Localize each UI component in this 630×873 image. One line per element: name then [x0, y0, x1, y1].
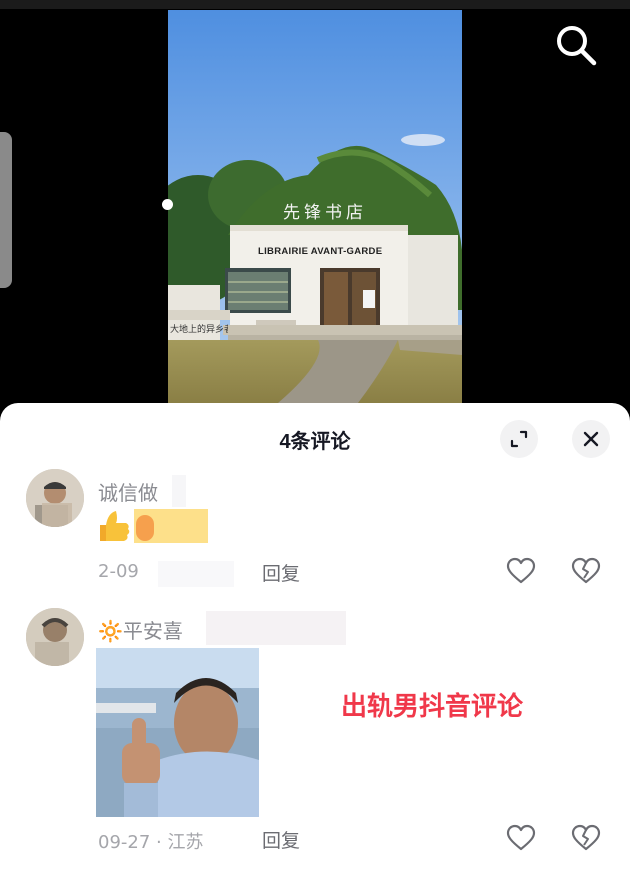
blurred-location-area: [158, 561, 234, 587]
broken-heart-icon: [571, 557, 601, 584]
comment-location: 江苏: [167, 832, 204, 853]
blurred-name-area: [172, 475, 186, 507]
close-icon: [583, 431, 599, 447]
store-english-sign: LIBRAIRIE AVANT-GARDE: [258, 246, 383, 257]
meta-separator: ·: [150, 832, 168, 853]
expand-icon: [510, 430, 528, 448]
store-chinese-sign: 先锋书店: [283, 203, 367, 223]
expand-button[interactable]: [500, 420, 538, 458]
search-icon: [557, 26, 597, 66]
reply-button[interactable]: 回复: [262, 559, 300, 586]
comment-image[interactable]: [96, 648, 259, 817]
dislike-button[interactable]: [570, 556, 602, 586]
rock-inscription: 大地上的异乡者: [170, 325, 228, 334]
avatar[interactable]: [26, 608, 84, 666]
like-button[interactable]: [505, 823, 537, 853]
broken-heart-icon: [571, 824, 601, 851]
man-thumbs-up-photo: [96, 648, 259, 817]
reply-button[interactable]: 回复: [262, 826, 300, 853]
comment-username[interactable]: 🔆平安喜: [98, 615, 183, 644]
dislike-button[interactable]: [570, 823, 602, 853]
thumbs-up-emoji-icon: [100, 509, 208, 543]
avatar-image: [26, 608, 84, 666]
blurred-name-area: [206, 611, 346, 645]
search-button[interactable]: [553, 22, 599, 68]
comment-emoji-content: [98, 507, 210, 545]
comment-username[interactable]: 诚信做: [98, 477, 158, 506]
comment-sheet: 4条评论 诚信做 2-09 回复 🔆平安喜 出轨男抖音评论 09-27 · 江苏…: [0, 403, 630, 873]
heart-icon: [506, 824, 536, 851]
avatar[interactable]: [26, 469, 84, 527]
progress-dot[interactable]: [162, 199, 173, 210]
overlay-caption: 出轨男抖音评论: [341, 691, 524, 721]
side-drawer-handle[interactable]: [0, 132, 12, 288]
status-bar: [0, 0, 630, 9]
heart-icon: [506, 557, 536, 584]
video-player[interactable]: 先锋书店 LIBRAIRIE AVANT-GARDE 大地上的异乡者: [0, 0, 630, 415]
comment-date-location: 09-27 · 江苏: [98, 828, 203, 854]
comment-date: 2-09: [98, 561, 139, 582]
like-button[interactable]: [505, 556, 537, 586]
avatar-image: [26, 469, 84, 527]
comment-date: 09-27: [98, 832, 151, 853]
close-button[interactable]: [572, 420, 610, 458]
